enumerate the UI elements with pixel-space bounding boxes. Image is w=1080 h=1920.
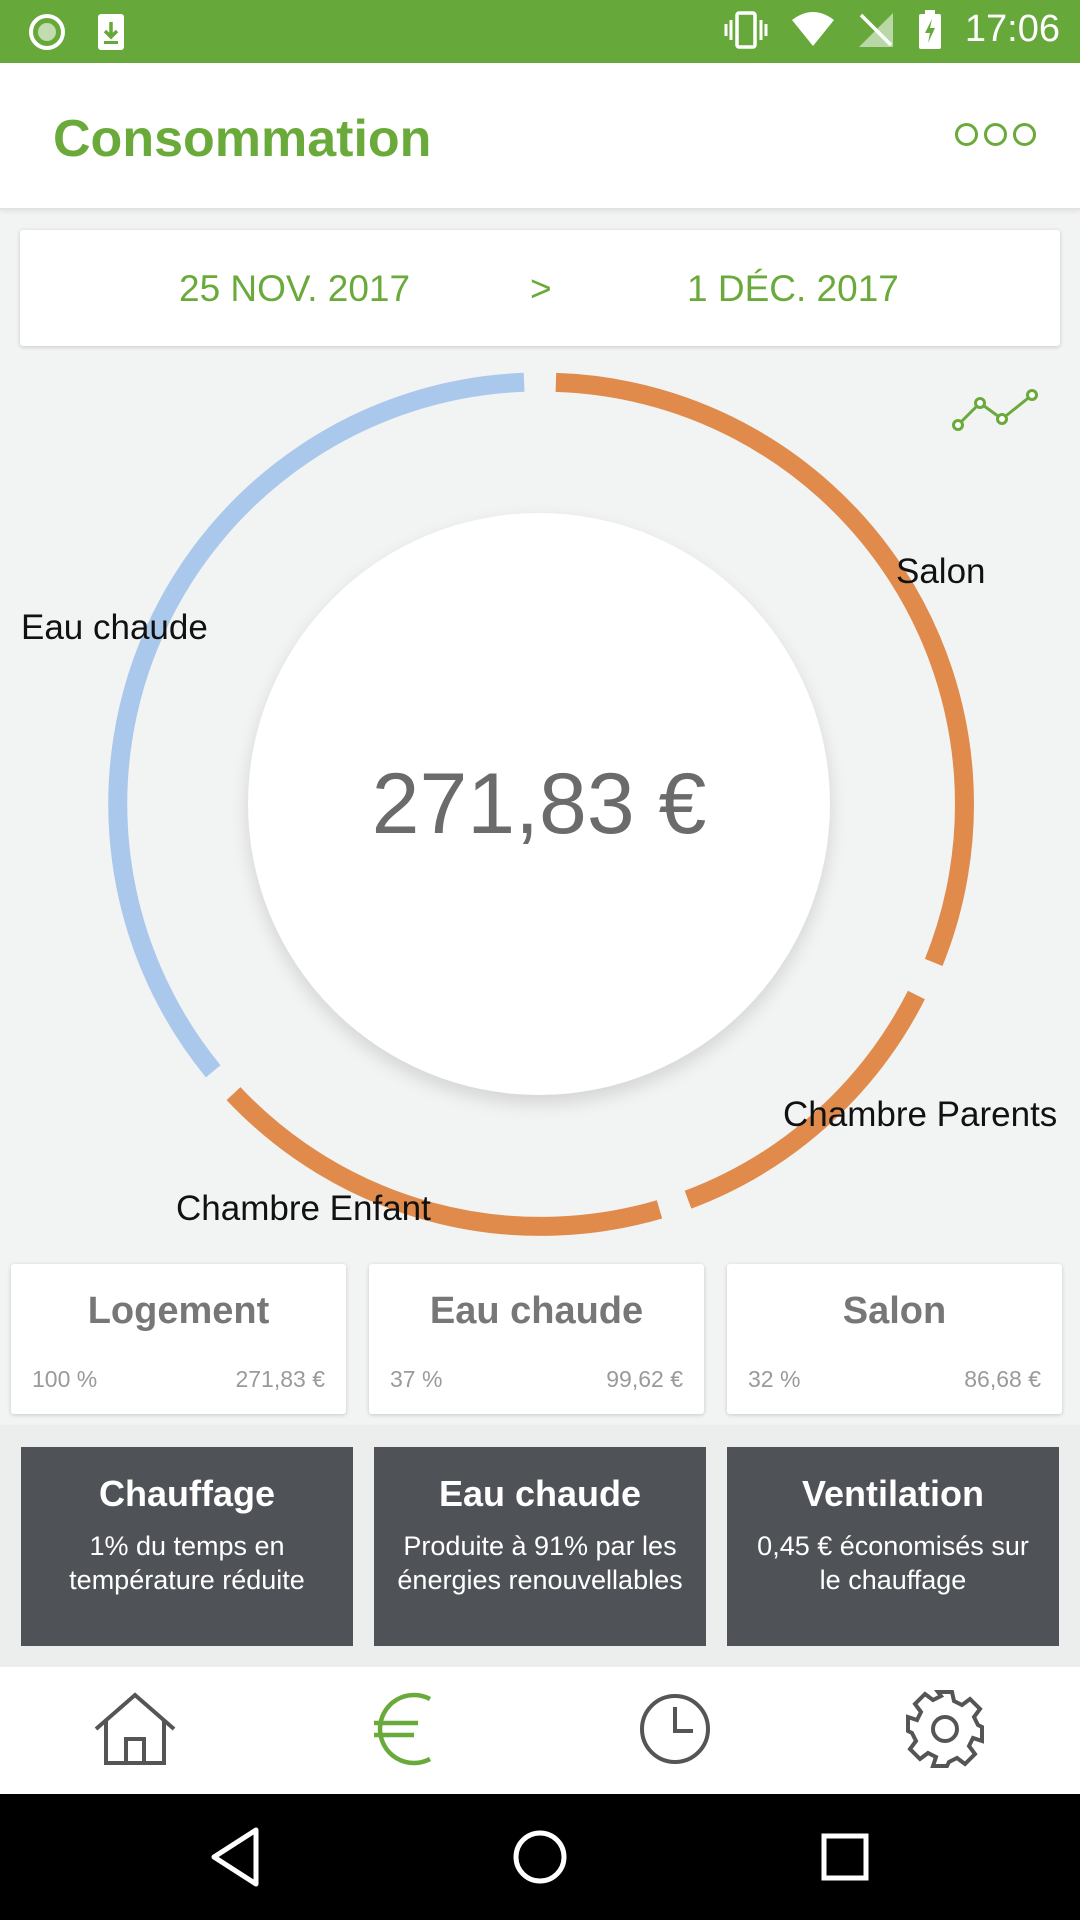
status-bar: 17:06 — [0, 0, 1080, 63]
back-icon[interactable] — [200, 1822, 270, 1892]
summary-card-logement[interactable]: Logement 100 % 271,83 € — [11, 1264, 346, 1414]
dot — [1013, 123, 1036, 146]
nav-consumption[interactable] — [360, 1689, 450, 1769]
page-title: Consommation — [53, 110, 432, 168]
segment-label-eau-chaude: Eau chaude — [21, 608, 208, 647]
clock-time: 17:06 — [964, 8, 1060, 50]
battery-charging-icon — [918, 9, 941, 49]
clock-icon — [640, 1694, 710, 1764]
home-icon — [94, 1692, 176, 1765]
tile-title: Chauffage — [98, 1473, 275, 1514]
system-navigation-bar — [0, 1794, 1080, 1920]
more-icon[interactable] — [955, 123, 1036, 146]
summary-amount: 99,62 € — [606, 1366, 683, 1392]
date-range-selector[interactable]: 25 NOV. 2017 > 1 DÉC. 2017 — [20, 230, 1060, 346]
total-circle: 271,83 € — [248, 513, 830, 1095]
segment-label-salon: Salon — [896, 552, 986, 591]
total-amount: 271,83 € — [371, 755, 707, 852]
euro-icon — [374, 1692, 432, 1766]
summary-percent: 100 % — [32, 1366, 98, 1392]
no-signal-icon — [858, 12, 893, 47]
tile-body: 1% du temps en température réduite — [69, 1531, 305, 1595]
summary-title: Salon — [842, 1290, 947, 1332]
segment-label-chambre-enfant: Chambre Enfant — [176, 1189, 431, 1228]
date-end[interactable]: 1 DÉC. 2017 — [687, 268, 899, 310]
trend-chart-icon[interactable] — [950, 385, 1042, 433]
app-bar: Consommation — [0, 63, 1080, 210]
bottom-navigation — [0, 1667, 1080, 1794]
summary-percent: 37 % — [390, 1366, 443, 1392]
tile-body: Produite à 91% par les énergies renouvel… — [397, 1531, 683, 1595]
home-button-icon[interactable] — [505, 1822, 575, 1892]
dot — [984, 123, 1007, 146]
app-screen: 17:06 Consommation 25 NOV. 2017 > 1 DÉC.… — [0, 0, 1080, 1920]
dot — [955, 123, 978, 146]
info-tile-ventilation[interactable]: Ventilation 0,45 € économisés sur le cha… — [727, 1447, 1059, 1646]
info-tile-eau-chaude[interactable]: Eau chaude Produite à 91% par les énergi… — [374, 1447, 706, 1646]
record-icon — [29, 14, 65, 50]
gear-icon — [906, 1690, 984, 1768]
summary-amount: 271,83 € — [235, 1366, 325, 1392]
tile-title: Eau chaude — [438, 1473, 642, 1514]
date-start[interactable]: 25 NOV. 2017 — [179, 268, 410, 310]
tile-body: 0,45 € économisés sur le chauffage — [757, 1531, 1029, 1595]
nav-history[interactable] — [630, 1689, 720, 1769]
nav-settings[interactable] — [900, 1689, 990, 1769]
nav-home[interactable] — [90, 1689, 180, 1769]
tile-title: Ventilation — [801, 1473, 985, 1514]
wifi-icon — [791, 11, 834, 46]
vibrate-icon — [724, 10, 768, 49]
summary-amount: 86,68 € — [964, 1366, 1041, 1392]
summary-percent: 32 % — [748, 1366, 801, 1392]
segment-label-chambre-parents: Chambre Parents — [783, 1095, 1058, 1134]
summary-title: Eau chaude — [429, 1290, 644, 1332]
recents-icon[interactable] — [810, 1822, 880, 1892]
info-tile-chauffage[interactable]: Chauffage 1% du temps en température réd… — [21, 1447, 353, 1646]
download-icon — [98, 14, 124, 50]
summary-card-salon[interactable]: Salon 32 % 86,68 € — [727, 1264, 1062, 1414]
summary-card-eau-chaude[interactable]: Eau chaude 37 % 99,62 € — [369, 1264, 704, 1414]
date-separator: > — [530, 268, 552, 309]
summary-title: Logement — [87, 1290, 270, 1332]
